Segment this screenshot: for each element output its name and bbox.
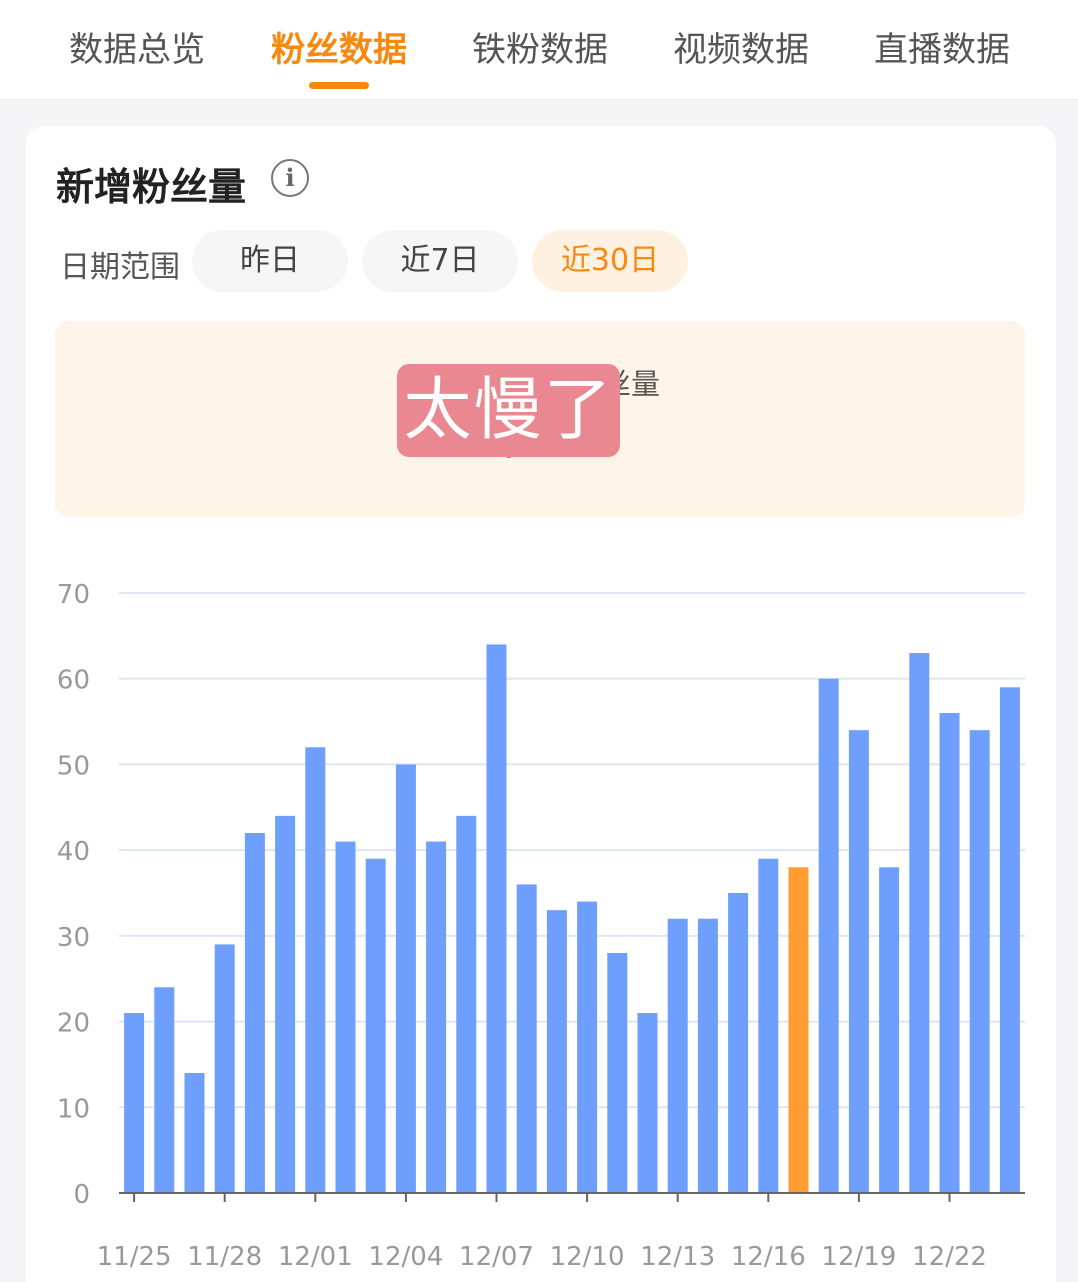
y-tick-label: 20 <box>57 1009 90 1039</box>
bar-12/16[interactable] <box>758 858 779 1193</box>
bar-12/10[interactable] <box>577 901 598 1193</box>
y-tick-label: 10 <box>57 1094 90 1124</box>
x-tick-label: 12/07 <box>459 1242 534 1272</box>
y-tick-label: 0 <box>73 1180 90 1210</box>
bar-12/18[interactable] <box>818 678 839 1193</box>
y-tick-label: 30 <box>57 923 90 953</box>
bar-12/17[interactable] <box>788 867 809 1193</box>
x-tick-label: 12/13 <box>640 1242 715 1272</box>
bar-11/25[interactable] <box>124 1013 145 1193</box>
bar-11/29[interactable] <box>244 833 265 1193</box>
y-tick-label: 50 <box>57 751 90 781</box>
bar-12/03[interactable] <box>365 858 386 1193</box>
bar-12/04[interactable] <box>395 764 416 1193</box>
y-tick-label: 40 <box>57 837 90 867</box>
x-tick-label: 12/04 <box>368 1242 443 1272</box>
bar-12/19[interactable] <box>848 730 869 1193</box>
bar-11/26[interactable] <box>154 987 175 1193</box>
bar-12/22[interactable] <box>939 713 960 1193</box>
chart-bars <box>124 644 1020 1193</box>
bar-12/09[interactable] <box>546 910 567 1193</box>
x-tick-label: 12/16 <box>731 1242 806 1272</box>
bar-11/27[interactable] <box>184 1073 205 1193</box>
bar-12/21[interactable] <box>909 653 930 1193</box>
x-tick-label: 11/28 <box>187 1242 262 1272</box>
bar-12/01[interactable] <box>305 747 326 1193</box>
bar-12/08[interactable] <box>516 884 537 1193</box>
bar-12/13[interactable] <box>667 918 688 1193</box>
bar-12/15[interactable] <box>728 893 749 1193</box>
bar-12/14[interactable] <box>697 918 718 1193</box>
bar-12/07[interactable] <box>486 644 507 1193</box>
x-tick-label: 12/01 <box>278 1242 353 1272</box>
y-tick-label: 70 <box>57 580 90 610</box>
bar-12/23[interactable] <box>969 730 990 1193</box>
bar-12/02[interactable] <box>335 841 356 1193</box>
x-tick-label: 11/25 <box>97 1242 172 1272</box>
bar-12/05[interactable] <box>426 841 447 1193</box>
x-tick-label: 12/10 <box>550 1242 625 1272</box>
new-fans-bar-chart: 0 10 20 30 40 50 60 70 11/25 11/28 12/01 12/04 12/07… <box>57 580 1025 1272</box>
bar-12/11[interactable] <box>607 953 628 1193</box>
bar-11/30[interactable] <box>275 815 296 1193</box>
bar-12/06[interactable] <box>456 815 477 1193</box>
bar-12/12[interactable] <box>637 1013 658 1193</box>
x-tick-label: 12/22 <box>912 1242 987 1272</box>
x-tick-label: 12/19 <box>821 1242 896 1272</box>
sticker-label: 太慢了 <box>397 364 620 457</box>
bar-12/20[interactable] <box>879 867 900 1193</box>
bar-11/28[interactable] <box>214 944 235 1193</box>
bar-12/24[interactable] <box>999 687 1020 1193</box>
y-tick-label: 60 <box>57 666 90 696</box>
